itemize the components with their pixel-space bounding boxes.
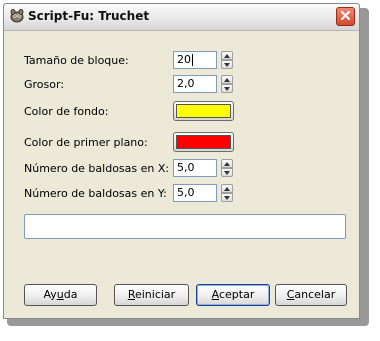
block-size-down-button[interactable] (221, 60, 233, 69)
arrow-up-icon (224, 77, 230, 82)
gimp-icon (9, 9, 25, 23)
arrow-down-icon (224, 86, 230, 91)
tiles-y-input[interactable]: 5,0 (173, 184, 217, 202)
bg-color-swatch (176, 104, 231, 118)
reset-button[interactable]: Reiniciar (114, 284, 189, 306)
cancel-label-post: ancelar (294, 288, 336, 301)
block-size-value: 20 (177, 53, 191, 66)
reset-mnemonic: R (127, 288, 135, 301)
help-button[interactable]: Ayuda (24, 284, 97, 306)
block-size-input[interactable]: 20 (173, 51, 217, 69)
text-cursor (192, 54, 193, 66)
arrow-up-icon (224, 53, 230, 58)
thickness-down-button[interactable] (221, 84, 233, 93)
arrow-down-icon (224, 62, 230, 67)
tiles-y-down-button[interactable] (221, 193, 233, 202)
arrow-down-icon (224, 195, 230, 200)
thickness-value: 2,0 (177, 77, 195, 90)
title-bar[interactable]: Script-Fu: Truchet (4, 4, 359, 31)
thickness-spinner[interactable] (221, 75, 233, 93)
reset-label-post: einiciar (134, 288, 176, 301)
tiles-x-down-button[interactable] (221, 168, 233, 177)
tiles-y-up-button[interactable] (221, 184, 233, 193)
thickness-input[interactable]: 2,0 (173, 75, 217, 93)
bg-color-label: Color de fondo: (24, 105, 109, 118)
close-icon (340, 10, 351, 24)
ok-mnemonic: A (211, 288, 219, 301)
thickness-label: Grosor: (24, 78, 65, 91)
block-size-up-button[interactable] (221, 51, 233, 60)
fg-color-button[interactable] (173, 132, 234, 152)
tiles-x-up-button[interactable] (221, 159, 233, 168)
bg-color-button[interactable] (173, 101, 234, 121)
help-mnemonic: u (56, 288, 64, 301)
tiles-x-spinner[interactable] (221, 159, 233, 177)
block-size-spinner[interactable] (221, 51, 233, 69)
arrow-down-icon (224, 170, 230, 175)
window-title: Script-Fu: Truchet (28, 9, 150, 23)
tiles-y-spinner[interactable] (221, 184, 233, 202)
tiles-y-label: Número de baldosas en Y: (24, 187, 167, 200)
fg-color-label: Color de primer plano: (24, 136, 148, 149)
tiles-x-value: 5,0 (177, 161, 195, 174)
script-fu-dialog: Script-Fu: Truchet Tamaño de bloque: 20 … (3, 3, 360, 319)
help-label-pre: Ay (43, 288, 57, 301)
arrow-up-icon (224, 161, 230, 166)
fg-color-swatch (176, 135, 231, 149)
tiles-x-input[interactable]: 5,0 (173, 159, 217, 177)
thickness-up-button[interactable] (221, 75, 233, 84)
arrow-up-icon (224, 186, 230, 191)
block-size-label: Tamaño de bloque: (24, 54, 129, 67)
ok-button[interactable]: Aceptar (196, 284, 270, 306)
ok-label-post: ceptar (218, 288, 255, 301)
cancel-button[interactable]: Cancelar (275, 284, 347, 306)
tiles-x-label: Número de baldosas en X: (24, 162, 170, 175)
tiles-y-value: 5,0 (177, 186, 195, 199)
help-label-post: da (63, 288, 78, 301)
progress-bar (24, 214, 346, 239)
close-button[interactable] (336, 7, 355, 26)
